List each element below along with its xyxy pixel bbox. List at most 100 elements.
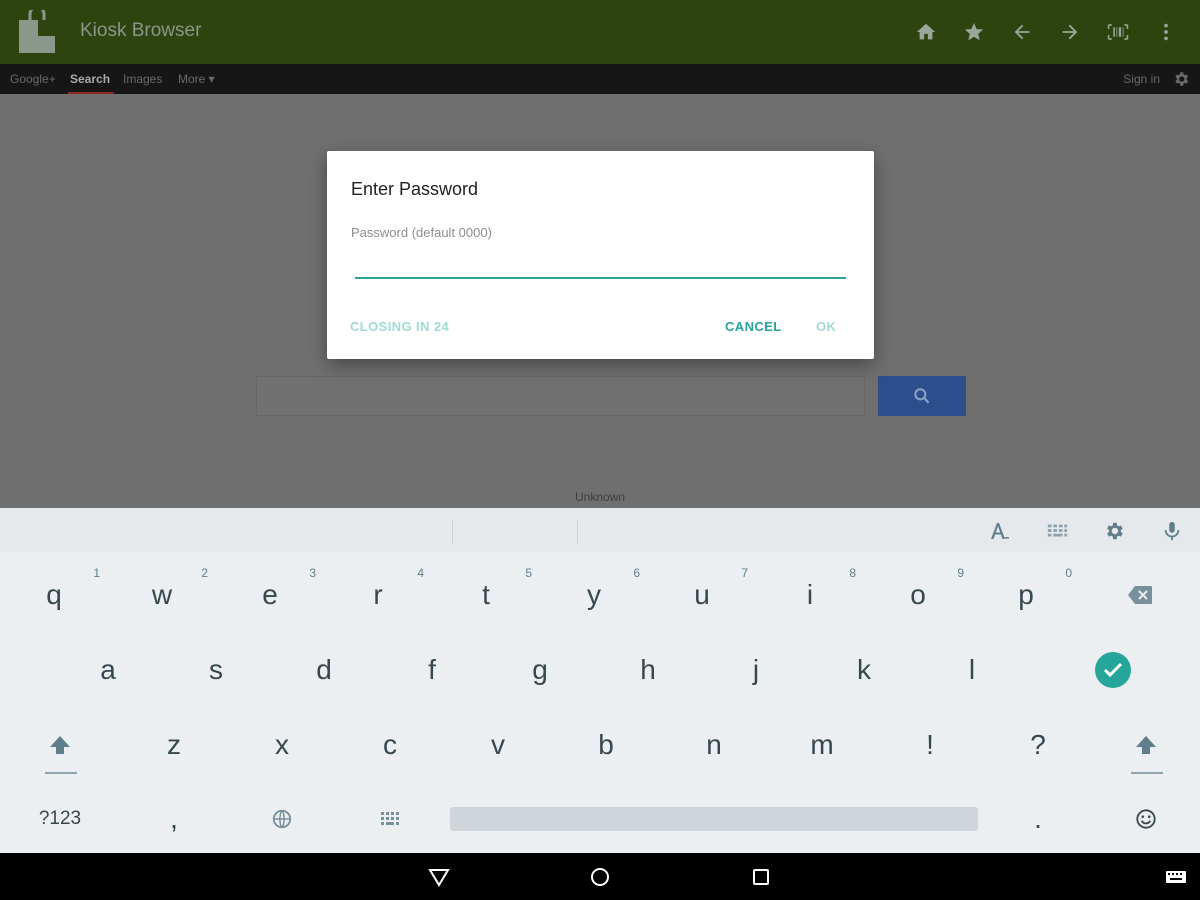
link-search[interactable]: Search [70, 72, 110, 86]
key-exclamation[interactable]: ! [876, 710, 984, 780]
dialog-title: Enter Password [351, 179, 479, 199]
app-title: Kiosk Browser [80, 20, 202, 41]
key-label: q [46, 579, 62, 610]
key-comma[interactable]: , [120, 784, 228, 854]
key-c[interactable]: c [336, 710, 444, 780]
shift-indicator [1131, 772, 1163, 774]
key-hint: 8 [849, 566, 856, 580]
key-hint: 4 [417, 566, 424, 580]
link-images[interactable]: Images [123, 72, 162, 86]
key-label: i [806, 579, 814, 610]
password-dialog: Enter Password Password (default 0000) C… [327, 151, 874, 359]
key-b[interactable]: b [552, 710, 660, 780]
emoji-layout-key[interactable] [336, 784, 444, 854]
closing-countdown-button[interactable]: CLOSING IN 24 [350, 319, 449, 334]
shift-key-right[interactable] [1092, 710, 1200, 780]
key-a[interactable]: a [54, 635, 162, 705]
mic-icon[interactable] [1159, 518, 1185, 544]
enter-key[interactable] [1059, 635, 1167, 705]
key-hint: 0 [1065, 566, 1072, 580]
suggestion-divider [577, 520, 578, 544]
key-u[interactable]: u7 [648, 560, 756, 630]
key-hint: 7 [741, 566, 748, 580]
shift-icon [50, 736, 70, 754]
key-o[interactable]: o9 [864, 560, 972, 630]
shift-indicator [45, 772, 77, 774]
back-arrow-icon[interactable] [998, 8, 1046, 56]
key-y[interactable]: y6 [540, 560, 648, 630]
key-p[interactable]: p0 [972, 560, 1080, 630]
key-period[interactable]: . [984, 784, 1092, 854]
key-label: p [1018, 579, 1034, 610]
keyboard-layout-icon[interactable] [1044, 518, 1070, 544]
key-m[interactable]: m [768, 710, 876, 780]
checkmark-icon [1095, 652, 1131, 688]
google-search-input[interactable] [256, 376, 865, 416]
key-n[interactable]: n [660, 710, 768, 780]
key-q[interactable]: q1 [0, 560, 108, 630]
system-nav-bar [0, 853, 1200, 900]
soft-keyboard: q1 w2 e3 r4 t5 y6 u7 i8 o9 p0 a s d f g … [0, 508, 1200, 853]
key-hint: 2 [201, 566, 208, 580]
key-h[interactable]: h [594, 635, 702, 705]
key-g[interactable]: g [486, 635, 594, 705]
key-label: u [694, 579, 710, 610]
key-f[interactable]: f [378, 635, 486, 705]
shift-key-left[interactable] [6, 710, 114, 780]
key-z[interactable]: z [120, 710, 228, 780]
key-d[interactable]: d [270, 635, 378, 705]
home-circle-icon[interactable] [588, 865, 612, 889]
search-icon [914, 388, 930, 404]
key-r[interactable]: r4 [324, 560, 432, 630]
key-hint: 5 [525, 566, 532, 580]
key-s[interactable]: s [162, 635, 270, 705]
key-x[interactable]: x [228, 710, 336, 780]
key-k[interactable]: k [810, 635, 918, 705]
gear-icon[interactable] [1172, 70, 1190, 88]
key-label: r [373, 579, 383, 610]
text-style-icon[interactable] [986, 518, 1012, 544]
key-label: w [151, 579, 173, 610]
google-search-button[interactable] [878, 376, 966, 416]
key-e[interactable]: e3 [216, 560, 324, 630]
back-triangle-icon[interactable] [427, 865, 451, 889]
symbols-key[interactable]: ?123 [6, 784, 114, 854]
ok-button[interactable]: OK [816, 319, 836, 334]
key-l[interactable]: l [918, 635, 1026, 705]
key-label: o [910, 579, 926, 610]
language-key[interactable] [228, 784, 336, 854]
key-label: e [262, 579, 278, 610]
shift-icon [1136, 736, 1156, 754]
barcode-scanner-icon[interactable] [1094, 8, 1142, 56]
key-hint: 9 [957, 566, 964, 580]
key-label: y [587, 579, 601, 610]
kiosk-logo-icon [19, 10, 55, 53]
key-j[interactable]: j [702, 635, 810, 705]
location-label: Unknown [574, 490, 626, 504]
forward-arrow-icon[interactable] [1046, 8, 1094, 56]
key-v[interactable]: v [444, 710, 552, 780]
key-t[interactable]: t5 [432, 560, 540, 630]
key-w[interactable]: w2 [108, 560, 216, 630]
keyboard-grid-icon [381, 812, 399, 825]
backspace-key[interactable] [1086, 560, 1194, 630]
password-field-label: Password (default 0000) [351, 225, 492, 240]
emoji-key[interactable] [1092, 784, 1200, 854]
google-bar: Google+ Search Images More ▾ Sign in [0, 64, 1200, 94]
settings-icon[interactable] [1101, 518, 1127, 544]
suggestion-divider [452, 520, 453, 544]
key-hint: 6 [633, 566, 640, 580]
space-bar[interactable] [450, 807, 978, 831]
cancel-button[interactable]: CANCEL [725, 319, 782, 334]
key-question[interactable]: ? [984, 710, 1092, 780]
password-input[interactable] [355, 243, 846, 279]
recents-square-icon[interactable] [749, 865, 773, 889]
keyboard-switch-icon[interactable] [1164, 865, 1188, 889]
home-icon[interactable] [902, 8, 950, 56]
key-i[interactable]: i8 [756, 560, 864, 630]
sign-in-link[interactable]: Sign in [1123, 72, 1160, 86]
link-google-plus[interactable]: Google+ [10, 72, 56, 86]
star-icon[interactable] [950, 8, 998, 56]
more-vert-icon[interactable] [1142, 8, 1190, 56]
link-more[interactable]: More ▾ [178, 72, 215, 86]
